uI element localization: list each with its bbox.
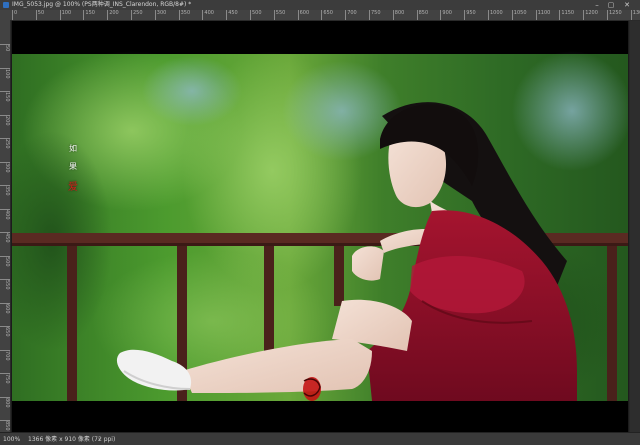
ruler-top-tick: 0 — [12, 10, 17, 20]
ruler-left-tick: 400 — [0, 208, 10, 229]
ruler-left-tick: 750 — [0, 373, 10, 393]
ruler-top-tick: 1150 — [559, 10, 574, 20]
photo — [12, 21, 628, 432]
ruler-top-tick: 100 — [59, 10, 71, 20]
vertical-scrollbar[interactable] — [630, 21, 640, 432]
status-bar: 100% 1366 像素 x 910 像素 (72 ppi) › — [0, 432, 640, 445]
canvas-area[interactable]: 如 果 爱 — [11, 21, 629, 432]
close-button[interactable]: ✕ — [620, 0, 634, 10]
document-size-info: 1366 像素 x 910 像素 (72 ppi) — [28, 436, 116, 443]
minimize-button[interactable]: – — [590, 0, 604, 10]
ruler-top-tick: 1200 — [583, 10, 598, 20]
ruler-left-tick: 850 — [0, 420, 10, 432]
ruler-left-tick: 250 — [0, 138, 10, 158]
ruler-top-tick: 450 — [226, 10, 238, 20]
ruler-top-tick: 350 — [178, 10, 190, 20]
document-title[interactable]: IMG_5053.jpg @ 100% (PS两种调_INS_Clarendon… — [12, 0, 191, 10]
ruler-top-tick: 700 — [345, 10, 357, 20]
photoshop-document-window: IMG_5053.jpg @ 100% (PS两种调_INS_Clarendon… — [0, 0, 640, 445]
ruler-left-tick: 600 — [0, 302, 10, 323]
ruler-left-tick: 500 — [0, 255, 10, 276]
ruler-top-tick: 150 — [83, 10, 95, 20]
ruler-top-tick: 1050 — [511, 10, 527, 20]
ruler-left-tick: 100 — [0, 67, 10, 88]
document-canvas[interactable]: 如 果 爱 — [12, 21, 628, 432]
vertical-ruler[interactable]: 50 100 150 200 250 300 350 400 450 500 550 600 650 70… — [0, 20, 11, 432]
horizontal-ruler[interactable]: 0 50 100 150 200 250 300 350 400 450 500 550 600 650 7… — [0, 10, 640, 21]
ruler-top-tick: 300 — [154, 10, 166, 20]
caption-glyph-2: 果 — [69, 162, 77, 171]
ruler-top-tick: 500 — [250, 10, 262, 20]
ruler-top-tick: 850 — [416, 10, 428, 20]
caption-glyph-1: 如 — [69, 144, 77, 153]
ruler-left-tick: 200 — [0, 114, 10, 135]
caption-glyph-3: 爱 — [68, 182, 78, 193]
ruler-left-tick: 350 — [0, 185, 10, 205]
ruler-left-tick: 150 — [0, 91, 10, 111]
ruler-top-tick: 950 — [464, 10, 476, 20]
ruler-top-tick: 400 — [202, 10, 214, 20]
status-menu-arrow[interactable]: › — [98, 433, 100, 445]
ruler-top-tick: 50 — [35, 10, 44, 20]
zoom-level[interactable]: 100% — [3, 433, 20, 445]
ruler-left-tick: 50 — [0, 44, 10, 64]
ruler-top-tick: 200 — [107, 10, 119, 20]
ruler-top-tick: 250 — [131, 10, 143, 20]
ruler-top-tick: 600 — [297, 10, 309, 20]
ruler-top-tick: 550 — [273, 10, 285, 20]
ruler-top-tick: 750 — [369, 10, 381, 20]
ruler-top-tick: 650 — [321, 10, 333, 20]
ruler-top-tick: 800 — [392, 10, 404, 20]
ruler-left-tick: 550 — [0, 279, 10, 299]
ruler-top-tick: 1250 — [607, 10, 622, 20]
ruler-top-tick: 900 — [440, 10, 452, 20]
maximize-button[interactable]: ▢ — [604, 0, 618, 10]
document-icon — [3, 2, 9, 8]
ruler-left-tick: 300 — [0, 161, 10, 182]
ruler-top-tick: 1300 — [630, 10, 640, 20]
ruler-left-tick: 700 — [0, 349, 10, 370]
ruler-left-tick: 650 — [0, 326, 10, 346]
ruler-left-tick: 800 — [0, 396, 10, 417]
ruler-left-tick: 450 — [0, 232, 10, 252]
ruler-top-tick: 1100 — [535, 10, 550, 20]
ruler-top-tick: 1000 — [488, 10, 503, 20]
